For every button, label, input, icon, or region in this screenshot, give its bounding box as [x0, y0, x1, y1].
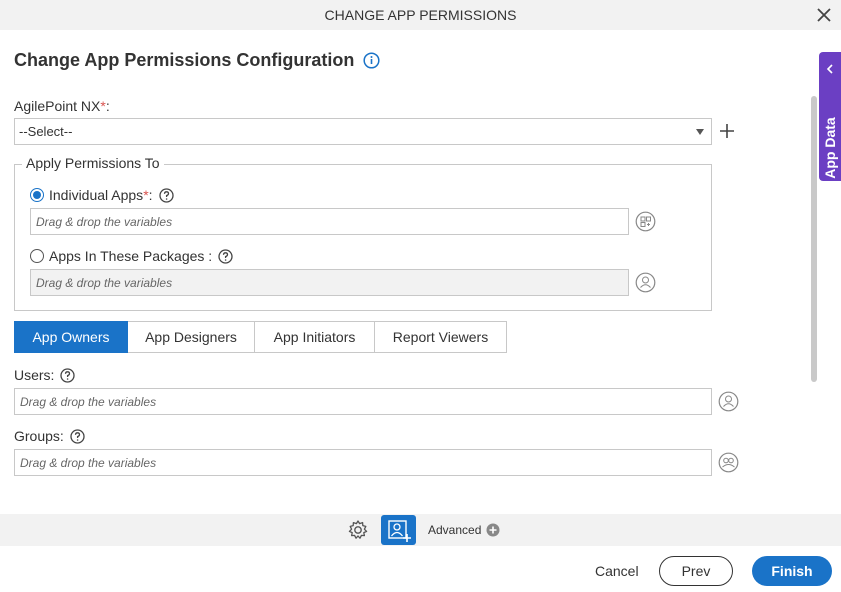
groups-input[interactable]: Drag & drop the variables [14, 449, 712, 476]
permission-tabs: App Owners App Designers App Initiators … [14, 321, 507, 353]
chevron-left-icon [826, 64, 833, 74]
finish-button[interactable]: Finish [752, 556, 832, 586]
apps-in-packages-radio[interactable] [30, 249, 44, 263]
help-icon[interactable] [158, 187, 174, 203]
apps-in-packages-input[interactable]: Drag & drop the variables [30, 269, 629, 296]
agilepoint-label: AgilePoint NX *: [14, 98, 110, 114]
apps-in-packages-option[interactable]: Apps In These Packages : [30, 248, 233, 264]
plus-circle-icon [486, 523, 500, 537]
user-add-icon [388, 520, 411, 542]
individual-apps-radio[interactable] [30, 188, 44, 202]
info-icon[interactable] [363, 52, 380, 69]
individual-apps-input[interactable]: Drag & drop the variables [30, 208, 629, 235]
app-data-label: App Data [822, 117, 838, 179]
tab-app-designers[interactable]: App Designers [128, 321, 255, 353]
chevron-down-icon [696, 129, 704, 135]
users-input[interactable]: Drag & drop the variables [14, 388, 712, 415]
variable-picker-icon[interactable] [718, 452, 739, 473]
help-icon[interactable] [70, 428, 85, 444]
dialog-title: CHANGE APP PERMISSIONS [324, 7, 517, 23]
tab-report-viewers[interactable]: Report Viewers [375, 321, 507, 353]
bottom-toolbar: Advanced [0, 514, 841, 546]
cancel-button[interactable]: Cancel [595, 563, 639, 579]
variable-picker-icon[interactable] [635, 211, 656, 232]
variable-picker-icon[interactable] [718, 391, 739, 412]
tab-app-owners[interactable]: App Owners [14, 321, 128, 353]
close-icon[interactable] [815, 6, 833, 24]
groups-label: Groups: [14, 428, 85, 444]
dialog-titlebar: CHANGE APP PERMISSIONS [0, 0, 841, 30]
help-icon[interactable] [218, 248, 233, 264]
scrollbar[interactable] [811, 96, 817, 382]
page-title: Change App Permissions Configuration [14, 50, 355, 70]
help-icon[interactable] [60, 367, 76, 383]
variable-picker-icon[interactable] [635, 272, 656, 293]
tab-app-initiators[interactable]: App Initiators [255, 321, 375, 353]
plus-icon[interactable] [719, 123, 735, 139]
users-label: Users: [14, 367, 76, 383]
gear-icon[interactable] [347, 519, 369, 541]
agilepoint-select[interactable]: --Select-- [14, 118, 712, 145]
user-add-button[interactable] [381, 515, 416, 545]
app-data-panel-tab[interactable]: App Data [819, 52, 841, 181]
page-heading: Change App Permissions Configuration [14, 50, 380, 71]
advanced-toggle[interactable]: Advanced [428, 523, 500, 537]
prev-button[interactable]: Prev [659, 556, 733, 586]
individual-apps-option[interactable]: Individual Apps * : [30, 187, 174, 203]
apply-permissions-legend: Apply Permissions To [22, 155, 164, 171]
